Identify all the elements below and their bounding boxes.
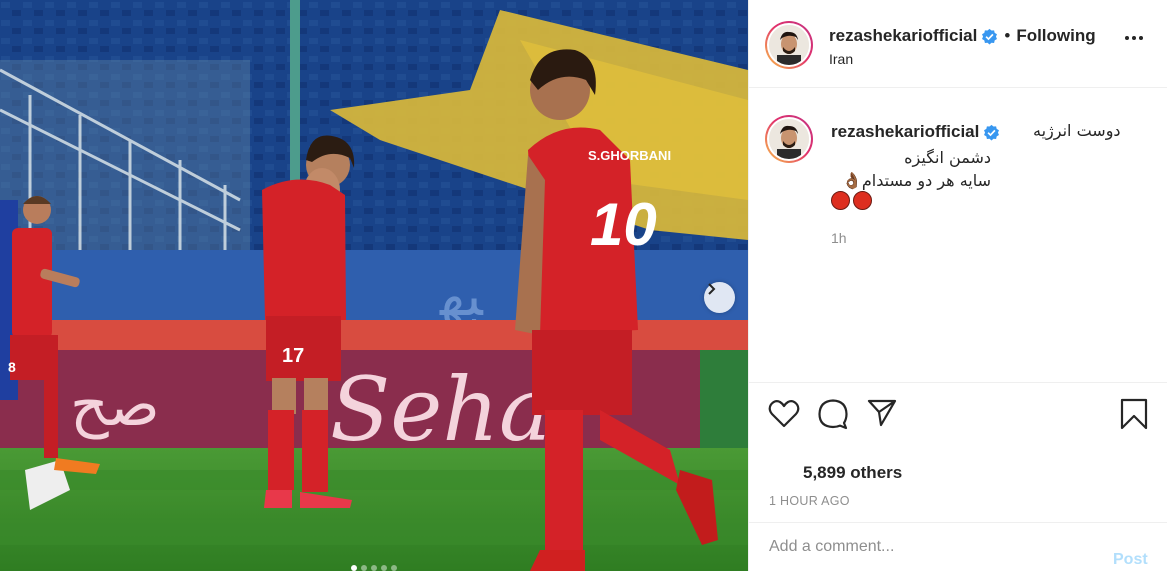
post-timestamp[interactable]: 1 HOUR AGO (769, 494, 850, 508)
likes-count[interactable]: 5,899 others (803, 463, 902, 483)
carousel-indicator (0, 565, 748, 571)
caption-timestamp[interactable]: 1h (831, 230, 847, 246)
post-comment-button[interactable]: Post (1113, 551, 1148, 569)
header-separator: • (1004, 26, 1011, 45)
post-header: rezashekariofficial • Following Iran (749, 0, 1167, 88)
more-options-icon[interactable] (1125, 36, 1143, 40)
caption-line-2: دشمن انگیزه (904, 148, 991, 167)
carousel-dot (381, 565, 387, 571)
carousel-dot (361, 565, 367, 571)
carousel-dot (391, 565, 397, 571)
share-icon[interactable] (867, 399, 897, 427)
location-link[interactable]: Iran (829, 51, 853, 67)
svg-text:10: 10 (590, 191, 657, 258)
caption-emoji-row (831, 191, 872, 210)
svg-text:8: 8 (8, 359, 16, 375)
caption-area: rezashekariofficial دوست انرژیه دشمن انگ… (749, 88, 1167, 382)
comment-icon[interactable] (817, 398, 849, 430)
add-comment-bar: Post (749, 522, 1167, 571)
banner-text: Seha (330, 358, 552, 461)
verified-badge-icon (982, 28, 998, 44)
carousel-dot (371, 565, 377, 571)
caption-line-1: دوست انرژیه (1033, 121, 1121, 140)
caption-username[interactable]: rezashekariofficial (831, 122, 979, 142)
carousel-dot (351, 565, 357, 571)
header-line: rezashekariofficial • Following (829, 26, 1096, 46)
red-circle-icon (831, 191, 850, 210)
svg-text:17: 17 (282, 345, 304, 367)
post-photo: ﺒﻬ Seha صح 8 17 S.GHORBANI 10 (0, 0, 748, 571)
red-circle-icon (853, 191, 872, 210)
caption-avatar[interactable] (765, 115, 813, 163)
caption-body: دشمن انگیزه سایه هر دو مستدام👌🏾 (831, 146, 991, 192)
svg-text:S.GHORBANI: S.GHORBANI (588, 148, 671, 163)
bookmark-icon[interactable] (1120, 398, 1148, 430)
caption-user: rezashekariofficial (831, 122, 1000, 142)
post-media[interactable]: ﺒﻬ Seha صح 8 17 S.GHORBANI 10 (0, 0, 748, 571)
chevron-right-icon (708, 283, 716, 295)
instagram-post-view: ﺒﻬ Seha صح 8 17 S.GHORBANI 10 rezashekar… (0, 0, 1167, 571)
comment-input[interactable] (769, 538, 1069, 556)
avatar-image (769, 25, 809, 65)
post-side-panel: rezashekariofficial • Following Iran rez… (748, 0, 1167, 571)
following-button[interactable]: Following (1016, 26, 1095, 46)
heart-icon[interactable] (768, 399, 800, 429)
svg-text:ﺒﻬ: ﺒﻬ (439, 264, 484, 329)
svg-text:صح: صح (70, 370, 160, 440)
caption-line-3: سایه هر دو مستدام👌🏾 (841, 171, 991, 190)
post-actions: 5,899 others 1 HOUR AGO (749, 382, 1167, 508)
avatar-image (769, 119, 809, 159)
avatar[interactable] (765, 21, 813, 69)
carousel-next-button[interactable] (704, 282, 735, 313)
header-username[interactable]: rezashekariofficial (829, 26, 977, 46)
verified-badge-icon (984, 124, 1000, 140)
